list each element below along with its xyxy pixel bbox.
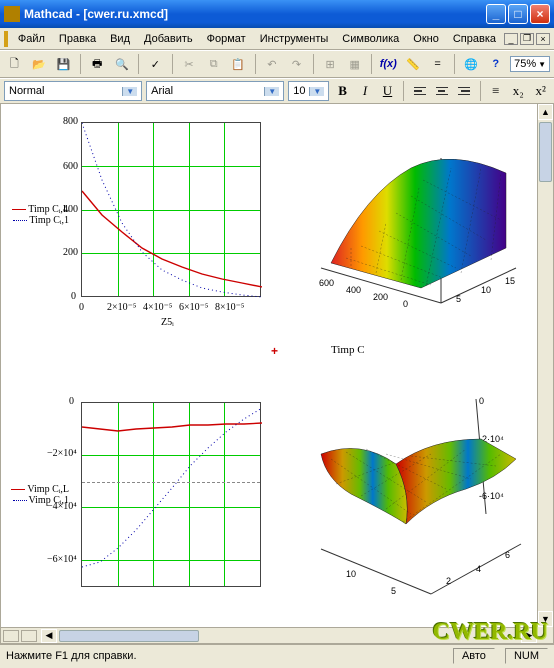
new-button[interactable]: 🗋	[4, 53, 25, 75]
svg-text:200: 200	[373, 292, 388, 302]
svg-text:400: 400	[346, 285, 361, 295]
paste-button[interactable]: 📋	[228, 53, 249, 75]
menu-view[interactable]: Вид	[104, 31, 136, 47]
undo-button[interactable]: ↶	[262, 53, 283, 75]
scroll-left-icon[interactable]: ◀	[41, 629, 57, 643]
cut-button[interactable]: ✂	[179, 53, 200, 75]
chart-1-2d[interactable]: Timp Cᵢ,L Timp Cᵢ,1 800 600 400 200 0 0 …	[11, 114, 271, 334]
menu-window[interactable]: Окно	[407, 31, 445, 47]
sheet-nav-button[interactable]	[21, 630, 37, 642]
calc-button[interactable]: =	[427, 53, 448, 75]
align-right-button[interactable]	[454, 81, 474, 101]
svg-text:10: 10	[346, 569, 356, 579]
scroll-up-icon[interactable]: ▲	[538, 104, 553, 120]
svg-text:10: 10	[481, 285, 491, 295]
cursor-cross-icon: +	[271, 344, 278, 358]
go-button[interactable]: 🌐	[461, 53, 482, 75]
document-area[interactable]: Timp Cᵢ,L Timp Cᵢ,1 800 600 400 200 0 0 …	[1, 104, 537, 627]
preview-button[interactable]: 🔍	[112, 53, 133, 75]
chart-2-2d[interactable]: Vimp Cᵢ,L Vimp Cᵢ,1 0 −2×10⁴ −4×10⁴ −6×1…	[11, 394, 271, 614]
separate-button[interactable]: ▦	[344, 53, 365, 75]
align-areas-button[interactable]: ⊞	[320, 53, 341, 75]
format-toolbar: Normal▼ Arial▼ 10▼ B I U ≡ x₂ x²	[0, 78, 554, 104]
mdi-close[interactable]: ×	[536, 33, 550, 45]
standard-toolbar: 🗋 📂 💾 🖶 🔍 ✓ ✂ ⧉ 📋 ↶ ↷ ⊞ ▦ f(x) 📏 = 🌐 ? 7…	[0, 50, 554, 78]
style-combo[interactable]: Normal▼	[4, 81, 142, 101]
statusbar: Нажмите F1 для справки. Авто NUM	[0, 644, 554, 666]
svg-text:2: 2	[446, 576, 451, 586]
subscript-button[interactable]: x₂	[509, 81, 527, 101]
spell-button[interactable]: ✓	[145, 53, 166, 75]
print-button[interactable]: 🖶	[87, 53, 108, 75]
status-num: NUM	[505, 648, 548, 664]
mdi-restore[interactable]: ❐	[520, 33, 534, 45]
zoom-value: 75%	[514, 58, 536, 70]
unit-button[interactable]: 📏	[403, 53, 424, 75]
svg-text:0: 0	[479, 396, 484, 406]
redo-button[interactable]: ↷	[286, 53, 307, 75]
legend-item: Timp Cᵢ,1	[7, 215, 69, 226]
chevron-down-icon: ▼	[264, 87, 279, 96]
size-combo[interactable]: 10▼	[288, 81, 329, 101]
superscript-button[interactable]: x²	[532, 81, 550, 101]
menu-edit[interactable]: Правка	[53, 31, 102, 47]
fx-button[interactable]: f(x)	[378, 53, 399, 75]
chart-1-3d[interactable]: 600 400 200 0 5 10 15	[291, 118, 521, 318]
svg-text:4: 4	[476, 564, 481, 574]
legend-item: Vimp Cᵢ,L	[7, 484, 69, 495]
document-icon	[4, 31, 8, 47]
chart-label: Timp C	[331, 344, 365, 356]
help-button[interactable]: ?	[485, 53, 506, 75]
workspace: Timp Cᵢ,L Timp Cᵢ,1 800 600 400 200 0 0 …	[0, 104, 554, 644]
chevron-down-icon: ▼	[309, 87, 324, 96]
chevron-down-icon: ▼	[122, 87, 137, 96]
scroll-right-icon[interactable]: ▶	[521, 629, 537, 643]
menu-format[interactable]: Формат	[201, 31, 252, 47]
svg-text:5: 5	[391, 586, 396, 596]
align-left-button[interactable]	[410, 81, 430, 101]
menubar: Файл Правка Вид Добавить Формат Инструме…	[0, 28, 554, 50]
italic-button[interactable]: I	[356, 81, 374, 101]
scroll-down-icon[interactable]: ▼	[538, 611, 553, 627]
zoom-combo[interactable]: 75% ▼	[510, 56, 550, 72]
vertical-scrollbar[interactable]: ▲ ▼	[537, 104, 553, 627]
bullets-button[interactable]: ≡	[487, 81, 505, 101]
menu-tools[interactable]: Инструменты	[254, 31, 335, 47]
minimize-button[interactable]: _	[486, 4, 506, 24]
scroll-corner	[537, 627, 553, 643]
chevron-down-icon: ▼	[538, 60, 546, 69]
sheet-nav-button[interactable]	[3, 630, 19, 642]
app-icon	[4, 6, 20, 22]
titlebar: Mathcad - [cwer.ru.xmcd] _ □ ×	[0, 0, 554, 28]
svg-text:-6·10⁴: -6·10⁴	[479, 491, 504, 501]
underline-button[interactable]: U	[378, 81, 396, 101]
align-center-button[interactable]	[432, 81, 452, 101]
menu-help[interactable]: Справка	[447, 31, 502, 47]
font-combo[interactable]: Arial▼	[146, 81, 284, 101]
copy-button[interactable]: ⧉	[203, 53, 224, 75]
svg-text:5: 5	[456, 294, 461, 304]
scrollbar-thumb[interactable]	[539, 122, 552, 182]
status-help-text: Нажмите F1 для справки.	[6, 650, 137, 662]
menu-file[interactable]: Файл	[12, 31, 51, 47]
save-button[interactable]: 💾	[53, 53, 74, 75]
window-title: Mathcad - [cwer.ru.xmcd]	[24, 7, 486, 21]
close-button[interactable]: ×	[530, 4, 550, 24]
scrollbar-thumb[interactable]	[59, 630, 199, 642]
mdi-minimize[interactable]: _	[504, 33, 518, 45]
chart-2-3d[interactable]: 0 -2·10⁴ -6·10⁴ 246 510	[291, 384, 531, 614]
svg-text:6: 6	[505, 550, 510, 560]
maximize-button[interactable]: □	[508, 4, 528, 24]
horizontal-scrollbar[interactable]: ◀ ▶	[1, 627, 537, 643]
menu-insert[interactable]: Добавить	[138, 31, 199, 47]
svg-text:600: 600	[319, 278, 334, 288]
open-button[interactable]: 📂	[29, 53, 50, 75]
legend-item: Timp Cᵢ,L	[7, 204, 69, 215]
svg-text:0: 0	[403, 299, 408, 309]
status-auto: Авто	[453, 648, 495, 664]
bold-button[interactable]: B	[333, 81, 351, 101]
svg-text:15: 15	[505, 276, 515, 286]
menu-symbolics[interactable]: Символика	[336, 31, 405, 47]
